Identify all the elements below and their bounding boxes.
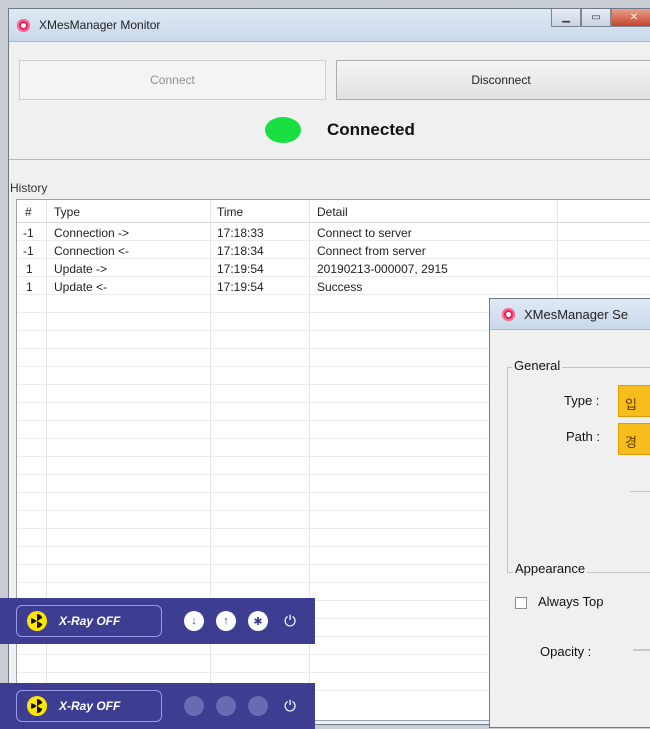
opacity-label: Opacity : — [540, 644, 592, 659]
window-title: XMesManager Monitor — [39, 18, 161, 32]
cell-time: 17:18:33 — [217, 226, 264, 240]
cell-type: Connection -> — [54, 226, 130, 240]
always-top-label: Always Top — [538, 594, 604, 609]
cell-type: Update <- — [54, 280, 108, 294]
xray-label: X-Ray OFF — [59, 614, 121, 628]
column-header-detail[interactable]: Detail — [317, 205, 348, 219]
path-value-button[interactable]: 경 — [618, 423, 650, 455]
cell-time: 17:19:54 — [217, 280, 264, 294]
group-border — [630, 491, 650, 492]
cell-detail: 20190213-000007, 2915 — [317, 262, 448, 276]
type-label: Type : — [564, 393, 600, 408]
type-value-button[interactable]: 입 — [618, 385, 650, 417]
gear-icon[interactable]: ✱ — [248, 611, 268, 631]
cell-type: Update -> — [54, 262, 108, 276]
general-group-label: General — [512, 358, 563, 373]
cell-time: 17:18:34 — [217, 244, 264, 258]
row-line — [17, 276, 650, 277]
cell-detail: Connect to server — [317, 226, 412, 240]
divider — [9, 159, 650, 160]
xray-toggle-button[interactable]: X-Ray OFF — [16, 605, 162, 637]
gear-icon: ✱ — [248, 696, 268, 716]
connect-button[interactable]: Connect — [19, 60, 326, 100]
radiation-icon — [27, 696, 47, 716]
opacity-slider[interactable] — [633, 649, 650, 651]
cell-detail: Success — [317, 280, 363, 294]
power-icon[interactable]: ⏻ — [280, 611, 300, 631]
minimize-button[interactable]: ▁ — [551, 9, 581, 27]
cell-num: 1 — [26, 280, 33, 294]
path-label: Path : — [566, 429, 600, 444]
row-line — [17, 258, 650, 259]
monitor-titlebar[interactable]: XMesManager Monitor ▁ ▭ ✕ — [9, 9, 650, 42]
table-header: # Type Time Detail — [17, 200, 650, 223]
cell-type: Connection <- — [54, 244, 130, 258]
status-text: Connected — [327, 120, 415, 139]
xray-label: X-Ray OFF — [59, 699, 121, 713]
download-icon[interactable]: ↓ — [184, 611, 204, 631]
cell-num: 1 — [26, 262, 33, 276]
cell-num: -1 — [23, 244, 34, 258]
radiation-icon — [27, 611, 47, 631]
download-icon: ↓ — [184, 696, 204, 716]
upload-icon: ↑ — [216, 696, 236, 716]
connection-button-row: Connect Disconnect — [19, 60, 650, 102]
app-logo-icon — [502, 308, 515, 321]
cell-detail: Connect from server — [317, 244, 426, 258]
maximize-button[interactable]: ▭ — [581, 9, 611, 27]
column-header-time[interactable]: Time — [217, 205, 243, 219]
group-border — [507, 367, 508, 572]
settings-titlebar[interactable]: XMesManager Se — [490, 299, 650, 330]
disconnect-button[interactable]: Disconnect — [336, 60, 650, 100]
close-button[interactable]: ✕ — [611, 9, 650, 27]
app-logo-icon — [17, 19, 30, 32]
xray-toolbar: X-Ray OFF ↓ ↑ ✱ ⏻ — [0, 598, 315, 644]
cell-num: -1 — [23, 226, 34, 240]
cell-time: 17:19:54 — [217, 262, 264, 276]
settings-window: XMesManager Se General Type : 입 Path : 경… — [489, 298, 650, 728]
xray-toolbar-disabled: X-Ray OFF ↓ ↑ ✱ ⏻ — [0, 683, 315, 729]
always-top-checkbox[interactable] — [515, 597, 527, 609]
upload-icon[interactable]: ↑ — [216, 611, 236, 631]
status-indicator-dot — [265, 117, 301, 143]
xray-toggle-button[interactable]: X-Ray OFF — [16, 690, 162, 722]
settings-window-title: XMesManager Se — [524, 307, 629, 322]
row-line — [17, 240, 650, 241]
power-icon[interactable]: ⏻ — [280, 696, 300, 716]
window-controls: ▁ ▭ ✕ — [551, 9, 650, 27]
row-line — [17, 294, 650, 295]
history-label: History — [10, 181, 48, 195]
column-header-type[interactable]: Type — [54, 205, 80, 219]
column-header-num[interactable]: # — [25, 205, 32, 219]
appearance-group-label: Appearance — [513, 561, 588, 576]
connection-status: Connected — [265, 117, 415, 143]
